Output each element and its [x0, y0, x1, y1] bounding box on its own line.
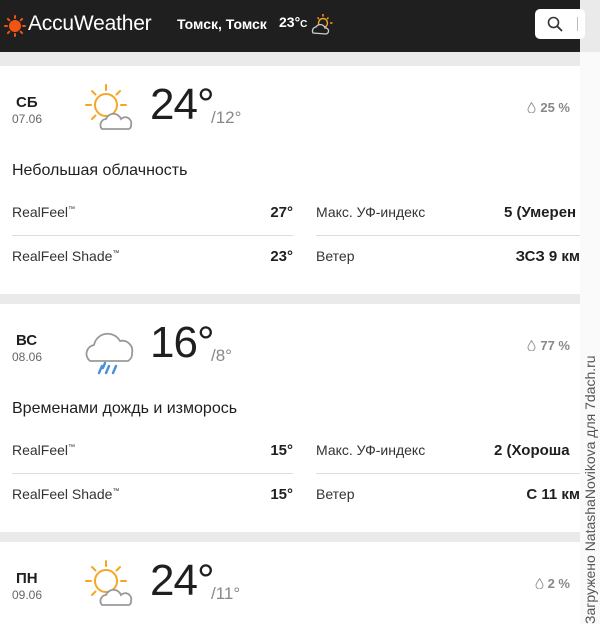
raindrop-icon: [527, 340, 536, 351]
wind-value: ЗСЗ 9 км: [515, 248, 580, 265]
realfeel-shade-row: RealFeel Shade™ 23°: [12, 248, 293, 292]
high-temperature: 16°: [150, 318, 215, 367]
raindrop-icon: [527, 102, 536, 113]
watermark: Загружено NatashaNovikova для 7dach.ru: [582, 355, 598, 624]
realfeel-row: RealFeel™ 27°: [12, 204, 293, 248]
low-temperature: /8°: [211, 346, 232, 365]
precipitation-probability: 2 %: [535, 576, 570, 591]
rain-cloud-icon: [85, 332, 134, 375]
partly-cloudy-night-icon: [311, 14, 333, 35]
uv-index-value: 2 (Хороша: [494, 442, 570, 459]
realfeel-shade-label: RealFeel Shade™: [12, 486, 120, 502]
row-divider: [316, 473, 580, 474]
uv-index-label: Макс. УФ-индекс: [316, 204, 426, 220]
realfeel-shade-value: 23°: [270, 248, 293, 265]
current-temp-value: 23°: [279, 14, 301, 30]
wind-value: С 11 км: [526, 486, 580, 503]
high-temperature: 24°: [150, 80, 215, 129]
low-temperature: /12°: [211, 108, 242, 127]
realfeel-label: RealFeel™: [12, 442, 76, 458]
row-divider: [12, 473, 293, 474]
day-date: 08.06: [12, 350, 43, 364]
wind-row: Ветер С 11 км: [316, 486, 580, 530]
row-divider: [316, 235, 580, 236]
day-date: 09.06: [12, 588, 43, 602]
wind-row: Ветер ЗСЗ 9 км: [316, 248, 580, 292]
forecast-card-day-3[interactable]: ПН 09.06 24° /11° 2 %: [0, 542, 580, 624]
uv-index-row: Макс. УФ-индекс 2 (Хороша: [316, 442, 580, 486]
brand-name[interactable]: AccuWeather: [28, 12, 152, 36]
search-button[interactable]: [535, 9, 585, 39]
row-divider: [12, 235, 293, 236]
precipitation-probability: 77 %: [527, 338, 570, 353]
realfeel-label: RealFeel™: [12, 204, 76, 220]
forecast-card-day-1[interactable]: СБ 07.06 24° /12° 25 % Небольшая облачно…: [0, 66, 580, 294]
forecast-card-day-2[interactable]: ВС 08.06 16° /8° 77 % Временами дождь и …: [0, 304, 580, 532]
day-of-week: СБ: [16, 94, 38, 111]
day-of-week: ВС: [16, 332, 38, 349]
raindrop-icon: [535, 578, 544, 589]
partly-sunny-icon: [85, 560, 133, 606]
weather-phrase: Временами дождь и изморось: [12, 400, 238, 417]
realfeel-value: 27°: [270, 204, 293, 221]
wind-label: Ветер: [316, 486, 355, 502]
app-header: AccuWeather Томск, Томск 23°C: [0, 0, 585, 52]
search-divider: [577, 17, 578, 31]
day-date: 07.06: [12, 112, 43, 126]
precipitation-value: 2 %: [547, 576, 570, 591]
current-temp-unit: C: [300, 19, 308, 30]
uv-index-row: Макс. УФ-индекс 5 (Умерен: [316, 204, 580, 248]
realfeel-shade-value: 15°: [270, 486, 293, 503]
precipitation-value: 77 %: [540, 338, 570, 353]
realfeel-value: 15°: [270, 442, 293, 459]
day-of-week: ПН: [16, 570, 38, 587]
weather-phrase: Небольшая облачность: [12, 162, 188, 179]
precipitation-probability: 25 %: [527, 100, 570, 115]
wind-label: Ветер: [316, 248, 355, 264]
realfeel-shade-label: RealFeel Shade™: [12, 248, 120, 264]
high-temperature: 24°: [150, 556, 215, 605]
realfeel-row: RealFeel™ 15°: [12, 442, 293, 486]
uv-index-value: 5 (Умерен: [504, 204, 577, 221]
partly-sunny-icon: [85, 84, 133, 130]
low-temperature: /11°: [211, 584, 241, 603]
current-temperature[interactable]: 23°C: [279, 14, 307, 30]
realfeel-shade-row: RealFeel Shade™ 15°: [12, 486, 293, 530]
uv-index-label: Макс. УФ-индекс: [316, 442, 426, 458]
precipitation-value: 25 %: [540, 100, 570, 115]
accuweather-logo-icon[interactable]: [4, 15, 26, 37]
current-location[interactable]: Томск, Томск: [177, 16, 267, 32]
search-icon: [547, 16, 563, 32]
